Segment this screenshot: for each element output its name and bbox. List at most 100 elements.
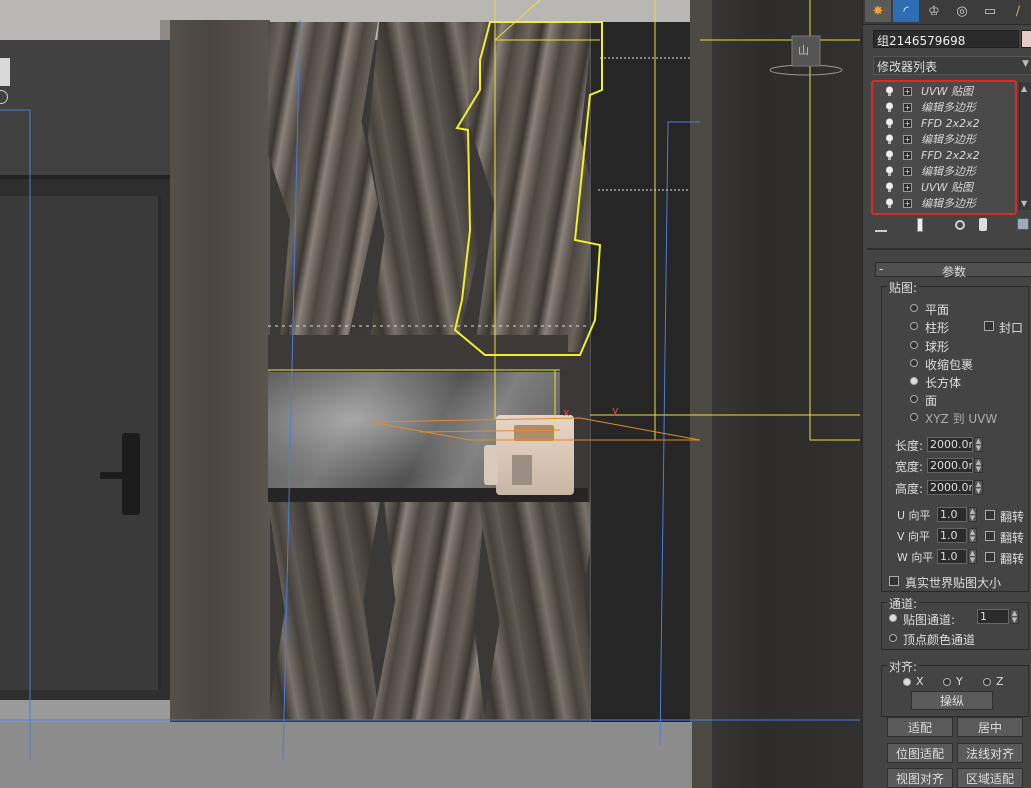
real-world-checkbox[interactable] [889, 576, 899, 586]
length-spinner[interactable]: ▲ ▼ [974, 437, 983, 452]
object-name-field[interactable]: 组2146579698 [873, 30, 1019, 48]
perspective-viewport[interactable]: x y 山 [0, 0, 862, 788]
length-label: 长度: [895, 439, 924, 453]
lightbulb-icon[interactable] [885, 118, 894, 129]
stack-item[interactable]: + FFD 2x2x2 [877, 116, 1010, 132]
expand-icon[interactable]: + [903, 151, 912, 160]
lightbulb-icon[interactable] [885, 134, 894, 145]
expand-icon[interactable]: + [903, 87, 912, 96]
w-tile-spinner[interactable]: ▲ ▼ [968, 549, 977, 564]
stack-item[interactable]: + 编辑多边形 [877, 164, 1010, 180]
u-tile-field[interactable]: 1.0 [937, 507, 967, 522]
stack-item-label: FFD 2x2x2 [921, 117, 980, 130]
show-end-result-icon[interactable] [917, 218, 923, 232]
stack-item[interactable]: + 编辑多边形 [877, 100, 1010, 116]
lightbulb-icon[interactable] [885, 150, 894, 161]
height-label: 高度: [895, 482, 924, 496]
stack-item[interactable]: + UVW 贴图 [877, 84, 1010, 100]
map-spherical-radio[interactable] [910, 341, 918, 349]
expand-icon[interactable]: + [903, 183, 912, 192]
yellow-gizmo-line [494, 0, 541, 41]
expand-icon[interactable]: + [903, 119, 912, 128]
width-field[interactable]: 2000.0m [927, 458, 973, 473]
modifier-list-dropdown[interactable]: 修改器列表 ▼ [873, 56, 1031, 75]
lightbulb-icon[interactable] [885, 182, 894, 193]
align-x-label: X [916, 675, 924, 688]
v-tile-field[interactable]: 1.0 [937, 528, 967, 543]
stack-item[interactable]: + 编辑多边形 [877, 196, 1010, 210]
stack-item-label: 编辑多边形 [921, 133, 976, 146]
height-spinner[interactable]: ▲ ▼ [974, 480, 983, 495]
lightbulb-icon[interactable] [885, 102, 894, 113]
map-face-radio[interactable] [910, 395, 918, 403]
map-channel-spinner[interactable]: ▲ ▼ [1010, 609, 1019, 624]
stack-item[interactable]: + UVW 贴图 [877, 180, 1010, 196]
pin-stack-icon[interactable] [875, 218, 887, 232]
align-y-radio[interactable] [943, 678, 951, 686]
align-z-radio[interactable] [983, 678, 991, 686]
display-tab[interactable]: ▭ [977, 0, 1003, 22]
vertex-color-radio[interactable] [889, 634, 897, 642]
scroll-up-icon[interactable]: ▲ [1021, 84, 1027, 93]
region-fit-button[interactable]: 区域适配 [957, 768, 1023, 788]
mapping-group-label: 贴图: [887, 279, 920, 296]
motion-tab[interactable]: ◎ [949, 0, 975, 22]
fit-button[interactable]: 适配 [887, 717, 953, 737]
separator [867, 248, 1031, 250]
map-box-radio[interactable] [910, 377, 918, 385]
utilities-tab[interactable]: ∕ [1005, 0, 1031, 22]
align-x-radio[interactable] [903, 678, 911, 686]
lightbulb-icon[interactable] [885, 198, 894, 209]
create-tab[interactable]: ✸ [865, 0, 891, 22]
scroll-down-icon[interactable]: ▼ [1021, 199, 1027, 208]
lightbulb-icon[interactable] [885, 166, 894, 177]
map-cylindrical-radio[interactable] [910, 322, 918, 330]
panel-tab-bar: ✸ ◜ ♔ ◎ ▭ ∕ [863, 0, 1031, 25]
map-planar-radio[interactable] [910, 304, 918, 312]
w-flip-checkbox[interactable] [985, 552, 995, 562]
hierarchy-tab[interactable]: ♔ [921, 0, 947, 22]
view-align-button[interactable]: 视图对齐 [887, 768, 953, 788]
modify-tab[interactable]: ◜ [893, 0, 919, 22]
cap-checkbox[interactable] [984, 321, 994, 331]
expand-icon[interactable]: + [903, 167, 912, 176]
rollout-toggle[interactable]: - [879, 262, 883, 276]
make-unique-icon[interactable] [955, 220, 965, 230]
v-tile-spinner[interactable]: ▲ ▼ [968, 528, 977, 543]
normal-align-button[interactable]: 法线对齐 [957, 743, 1023, 763]
hierarchy-icon: ♔ [928, 3, 940, 19]
length-field[interactable]: 2000.0m [927, 437, 973, 452]
stack-item[interactable]: + FFD 2x2x2 [877, 148, 1010, 164]
gizmo-overlay [0, 0, 860, 761]
blue-bbox-line [0, 109, 31, 760]
rollout-title: 参数 [942, 265, 967, 279]
expand-icon[interactable]: + [903, 135, 912, 144]
map-shrinkwrap-radio[interactable] [910, 359, 918, 367]
height-field[interactable]: 2000.0m [927, 480, 973, 495]
map-xyz-uvw-radio[interactable] [910, 413, 918, 421]
map-channel-field[interactable]: 1 [977, 609, 1009, 624]
expand-icon[interactable]: + [903, 103, 912, 112]
orange-axis [419, 429, 561, 433]
remove-modifier-icon[interactable] [979, 218, 987, 231]
v-flip-checkbox[interactable] [985, 531, 995, 541]
stack-scrollbar[interactable]: ▲ ▼ [1019, 82, 1031, 210]
map-channel-radio[interactable] [889, 614, 897, 622]
modifier-stack[interactable]: + UVW 贴图 + 编辑多边形 + FFD 2x2x2 + 编辑多边形 + FFD 2x… [871, 80, 1017, 215]
center-button[interactable]: 居中 [957, 717, 1023, 737]
bitmap-fit-button[interactable]: 位图适配 [887, 743, 953, 763]
u-flip-checkbox[interactable] [985, 510, 995, 520]
parameters-rollout-header[interactable]: - 参数 [875, 262, 1031, 279]
lightbulb-icon[interactable] [885, 86, 894, 97]
configure-modifier-sets-icon[interactable] [1017, 218, 1029, 230]
map-spherical-label: 球形 [925, 340, 950, 354]
stack-item[interactable]: + 编辑多边形 [877, 132, 1010, 148]
width-spinner[interactable]: ▲ ▼ [974, 458, 983, 473]
object-color-swatch[interactable] [1021, 30, 1031, 48]
map-face-label: 面 [925, 394, 938, 408]
w-tile-field[interactable]: 1.0 [937, 549, 967, 564]
manipulate-button[interactable]: 操纵 [911, 691, 993, 710]
expand-icon[interactable]: + [903, 199, 912, 208]
chevron-down-icon: ▼ [1022, 59, 1029, 69]
u-tile-spinner[interactable]: ▲ ▼ [968, 507, 977, 522]
